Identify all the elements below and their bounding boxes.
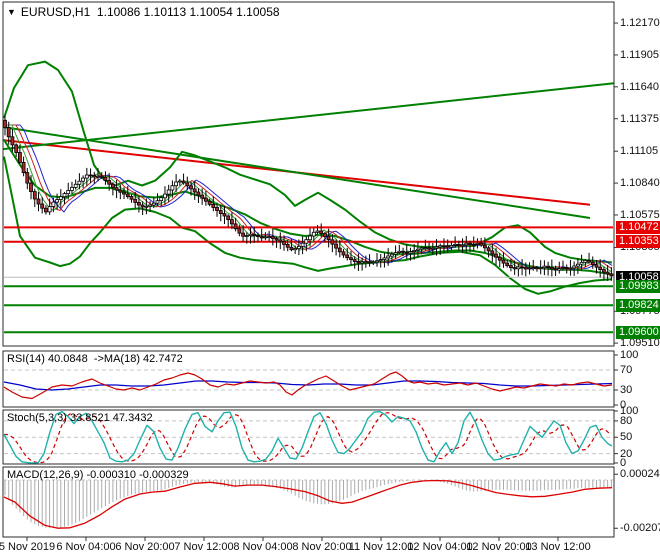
rsi-axis-label: 70 [620, 364, 633, 376]
rsi-axis-label: 30 [620, 384, 633, 396]
price-axis-tick-label: 1.11905 [620, 48, 659, 61]
price-level-badge: 1.10353 [616, 235, 660, 248]
stoch-axis-label: 50 [620, 431, 633, 444]
price-axis-tick-label: 1.11640 [620, 80, 659, 93]
price-axis-tick-label: 1.11105 [620, 145, 659, 158]
price-level-badge: 1.09824 [616, 299, 660, 312]
trendline-2[interactable] [0, 82, 614, 151]
chart-window: ▼ EURUSD,H1 1.10086 1.10113 1.10054 1.100… [0, 0, 660, 560]
rsi-axis-label: 100 [620, 349, 639, 361]
price-level-badge: 1.10472 [616, 221, 660, 234]
rsi-indicator-label: RSI(14) 40.0848 ->MA(18) 42.7472 [7, 353, 183, 365]
macd-indicator-label: MACD(12,26,9) -0.000310 -0.000329 [7, 469, 189, 481]
price-axis-tick-label: 1.11375 [620, 112, 659, 125]
symbol-collapse-icon[interactable]: ▼ [7, 7, 16, 17]
time-axis-label: 13 Nov 12:00 [525, 541, 591, 553]
bollinger-upper-band [3, 60, 613, 264]
macd-histogram [4, 480, 612, 529]
price-level-badge: 1.09600 [616, 326, 660, 339]
chart-title-text: EURUSD,H1 1.10086 1.10113 1.10054 1.1005… [20, 5, 280, 19]
stoch-indicator-label: Stoch(5,3,3) 33.8521 47.3432 [7, 412, 153, 424]
main-pane[interactable] [0, 60, 614, 334]
price-axis-tick-label: 1.10840 [620, 177, 660, 190]
rsi-pane[interactable] [3, 369, 613, 400]
stoch-axis-label: 80 [620, 414, 633, 427]
macd-axis-label: -0.002071 [620, 522, 660, 535]
price-axis-tick-label: 1.10575 [620, 208, 660, 221]
price-level-badge: 1.09983 [616, 280, 660, 293]
chart-title: ▼ EURUSD,H1 1.10086 1.10113 1.10054 1.100… [7, 5, 280, 19]
macd-axis-label: 0.000248 [620, 468, 660, 481]
macd-signal-line [3, 479, 613, 529]
rsi-ma-line [3, 380, 613, 391]
macd-pane[interactable] [3, 479, 613, 529]
stoch-axis-label: 0 [620, 457, 627, 469]
price-axis-tick-label: 1.12170 [620, 17, 660, 30]
